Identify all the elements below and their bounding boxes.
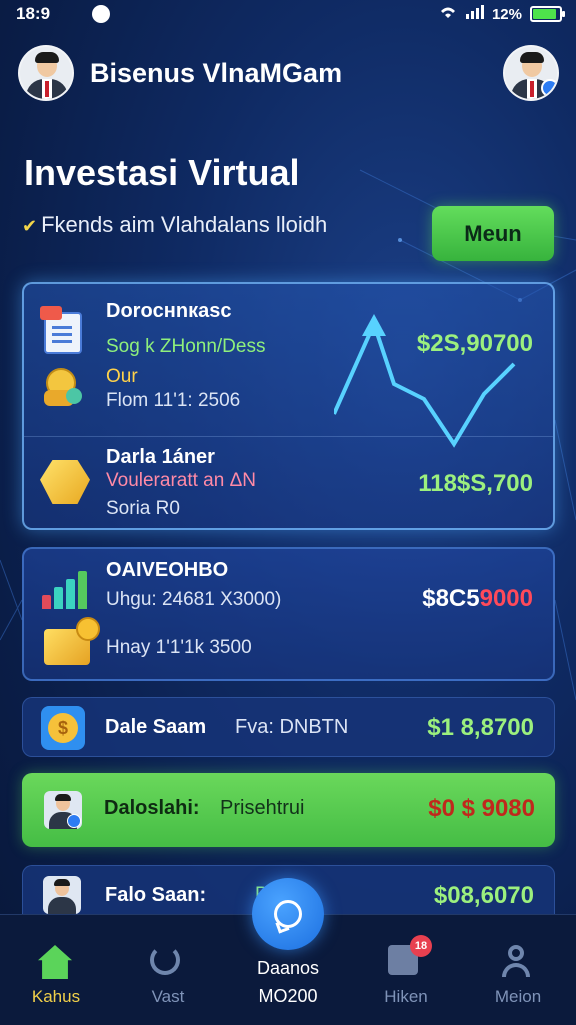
nav-label: Vast	[151, 987, 185, 1006]
app-title: Bisenus VlnaMGam	[90, 58, 343, 88]
page-subtitle: ✔ Fkends aim Vlahdalans lloidh	[22, 212, 327, 238]
trend-arrow-icon	[334, 314, 516, 448]
nav-item-vast[interactable]: Vast	[118, 915, 218, 1025]
dollar-coin-icon: $	[41, 706, 85, 750]
status-bar: 18:9 12%	[0, 0, 576, 28]
amount-part-white: $8C5	[422, 585, 480, 612]
user-avatar[interactable]	[18, 45, 74, 101]
person-icon	[44, 791, 82, 829]
sync-icon	[150, 945, 180, 975]
nav-item-hiken[interactable]: 18 Hiken	[356, 915, 456, 1025]
investment-name: Dale Saam	[105, 716, 207, 738]
investment-detail: Uhgu: 24681 X3000)	[106, 589, 282, 610]
chat-icon	[274, 900, 302, 928]
page-title: Investasi Virtual	[24, 152, 300, 193]
signal-icon	[465, 5, 484, 23]
gold-bar-icon	[40, 460, 90, 504]
investment-sub-detail: Soria R0	[106, 498, 180, 519]
battery-icon	[530, 6, 565, 22]
battery-percent: 12%	[491, 5, 522, 23]
check-icon: ✔	[22, 216, 38, 236]
nav-label: Kahus	[31, 987, 81, 1006]
gold-box-icon	[44, 617, 100, 665]
nav-center-label: Daanos	[256, 958, 320, 978]
investment-name: OAIVEOHBO	[106, 559, 229, 581]
subtitle-text: Fkends aim Vlahdalans lloidh	[41, 212, 328, 237]
verified-badge-icon	[541, 79, 557, 97]
investment-detail: Fva: DNBTN	[235, 716, 349, 738]
investment-card-1[interactable]: Doroснnкasc Sog k ZHonn/Dess $2S,90700 O…	[22, 282, 555, 530]
investment-detail: Vouleraratt an ΔN	[106, 470, 256, 491]
person-icon	[43, 876, 81, 914]
nav-label: Meion	[494, 987, 542, 1006]
investment-name: Doroснnкasc	[106, 300, 232, 322]
wifi-icon	[438, 4, 458, 24]
chat-button[interactable]	[252, 878, 324, 950]
investment-amount: $0 $ 9080	[428, 795, 535, 822]
home-icon	[38, 945, 72, 979]
investment-amount: $2S,90700	[416, 330, 533, 357]
investment-card-3[interactable]: $ Dale Saam Fva: DNBTN $1 8,8700	[22, 697, 555, 757]
document-icon	[40, 306, 82, 354]
nav-item-home[interactable]: Kahus	[6, 915, 106, 1025]
notification-icon	[92, 5, 110, 23]
status-time: 18:9	[16, 4, 51, 23]
investment-sub-detail: Hnay 1'1'1k 3500	[106, 637, 252, 658]
investment-sub-label: Our	[106, 366, 138, 387]
nav-center-sublabel: МО200	[258, 986, 318, 1006]
nav-item-meion[interactable]: Meion	[468, 915, 568, 1025]
notification-badge: 18	[410, 935, 432, 957]
coins-icon	[44, 366, 82, 408]
investment-amount: 118$S,700	[418, 470, 533, 497]
investment-name: Darla 1áner	[106, 446, 215, 468]
bar-chart-icon	[42, 571, 90, 609]
investment-name: Daloslahi:	[104, 797, 200, 819]
investment-amount: $08,6070	[433, 882, 534, 909]
investment-amount: $1 8,8700	[427, 714, 534, 741]
menu-button[interactable]: Meun	[432, 206, 554, 261]
investment-detail: Sog k ZHonn/Dess	[106, 336, 266, 357]
investment-card-2[interactable]: OAIVEOHBO Uhgu: 24681 X3000) $8C59000 Hn…	[22, 547, 555, 681]
status-right: 12%	[438, 4, 565, 24]
investment-detail: Prisehtrui	[220, 797, 305, 819]
user-icon	[500, 945, 532, 977]
investment-card-4[interactable]: Daloslahi: Prisehtrui $0 $ 9080	[22, 773, 555, 847]
investment-sub-detail: Flom 11'1: 2506	[106, 390, 241, 411]
investment-amount: $8C59000	[422, 585, 533, 613]
cart-icon: 18	[388, 935, 432, 975]
nav-label: Hiken	[384, 987, 428, 1006]
amount-part-red: 9000	[479, 585, 533, 612]
profile-avatar[interactable]	[503, 45, 559, 101]
investment-name: Falo Saan:	[105, 884, 207, 906]
